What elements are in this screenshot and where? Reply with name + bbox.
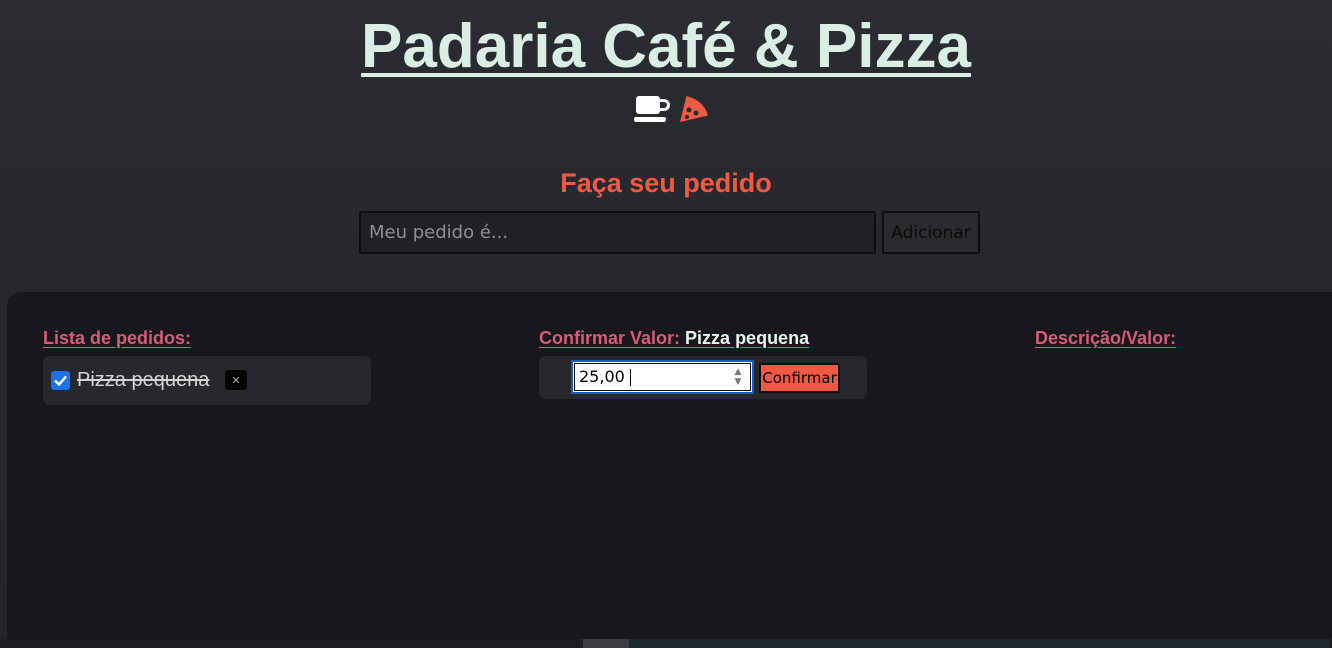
- item-label: Pizza pequena: [77, 369, 210, 391]
- item-checkbox[interactable]: [51, 371, 70, 390]
- orders-panel: Lista de pedidos: Pizza pequena ✕ Confir…: [7, 292, 1332, 648]
- coffee-cup-icon: [634, 94, 672, 126]
- confirm-value-box: 25,00 ▲ ▼ Confirmar: [539, 356, 867, 399]
- spinner-up-icon[interactable]: ▲: [735, 367, 742, 377]
- value-input-text: 25,00: [579, 367, 625, 386]
- text-cursor: [629, 369, 631, 386]
- order-heading: Faça seu pedido: [560, 168, 772, 198]
- header-icons: [634, 94, 710, 126]
- order-list: Pizza pequena ✕: [43, 356, 371, 405]
- close-icon: ✕: [231, 374, 241, 387]
- number-spinner[interactable]: ▲ ▼: [730, 367, 746, 387]
- page-title: Padaria Café & Pizza: [361, 12, 971, 81]
- taskbar-segment: [629, 639, 1329, 648]
- order-input[interactable]: [359, 211, 876, 254]
- page-header: Padaria Café & Pizza: [0, 0, 1332, 140]
- selected-item-name: Pizza pequena: [685, 328, 810, 348]
- order-section: Faça seu pedido Adicionar: [0, 140, 1332, 292]
- remove-item-button[interactable]: ✕: [225, 370, 247, 390]
- spinner-down-icon[interactable]: ▼: [735, 377, 742, 387]
- taskbar-segment: [583, 639, 629, 648]
- order-list-title: Lista de pedidos:: [43, 328, 192, 348]
- confirm-value-label: Confirmar Valor:: [539, 328, 681, 348]
- check-icon: [54, 375, 67, 386]
- confirm-button[interactable]: Confirmar: [759, 363, 840, 393]
- confirm-value-title: Confirmar Valor: Pizza pequena: [539, 328, 809, 349]
- taskbar-strip: [0, 639, 1332, 648]
- value-input[interactable]: 25,00 ▲ ▼: [571, 360, 754, 394]
- pizza-slice-icon: [676, 94, 708, 126]
- description-title: Descrição/Valor:: [1035, 328, 1177, 348]
- add-button[interactable]: Adicionar: [882, 211, 980, 254]
